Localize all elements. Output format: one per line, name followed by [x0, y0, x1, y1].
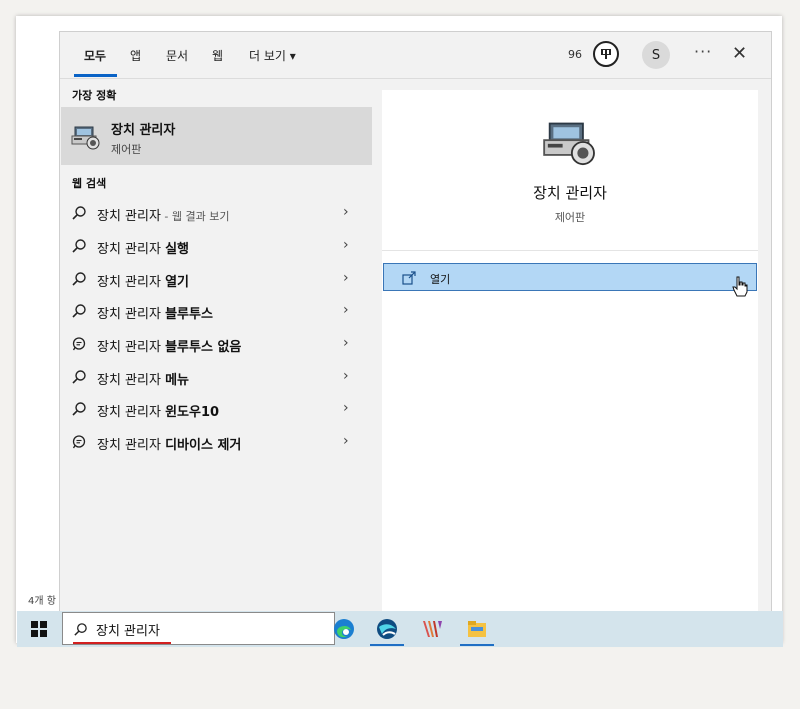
web-result-item[interactable]: 장치 관리자 블루투스 없음 ›	[61, 329, 372, 359]
best-match-item[interactable]: 장치 관리자 제어판	[61, 107, 372, 165]
search-text-highlight	[73, 642, 171, 644]
result-prefix: 장치 관리자	[97, 209, 161, 224]
web-search-heading: 웹 검색	[72, 177, 107, 190]
active-tab-indicator	[74, 74, 117, 77]
search-icon	[71, 401, 87, 421]
results-list: 가장 정확 장치 관리자 제어판 웹 검색 장치 관리자 - 웹 결과 보기 ›	[60, 79, 382, 612]
rewards-points: 96	[568, 48, 582, 61]
chevron-right-icon[interactable]: ›	[343, 335, 349, 351]
preview-pane: 장치 관리자 제어판 열기	[382, 90, 758, 612]
search-icon	[71, 238, 87, 258]
background-status-text: 4개 항	[28, 596, 56, 607]
tab-apps[interactable]: 앱	[130, 47, 141, 64]
edge-icon[interactable]	[329, 615, 359, 643]
result-prefix: 장치 관리자	[97, 307, 166, 322]
web-result-item[interactable]: 장치 관리자 메뉴 ›	[61, 362, 372, 392]
result-bold: 디바이스 제거	[165, 438, 242, 453]
search-header: 모두 앱 문서 웹 더 보기 ▾ 96 S ··· ✕	[60, 32, 771, 79]
chevron-right-icon[interactable]: ›	[343, 270, 349, 286]
tab-web[interactable]: 웹	[212, 47, 223, 64]
hand-cursor-icon	[732, 276, 748, 302]
web-result-item[interactable]: 장치 관리자 - 웹 결과 보기 ›	[61, 198, 372, 228]
web-result-item[interactable]: 장치 관리자 디바이스 제거 ›	[61, 427, 372, 457]
rewards-badge-icon[interactable]	[593, 41, 619, 67]
device-manager-icon	[542, 118, 598, 170]
active-app-indicator	[370, 644, 404, 646]
chevron-right-icon[interactable]: ›	[343, 204, 349, 220]
preview-title: 장치 관리자	[533, 184, 607, 202]
chevron-right-icon[interactable]: ›	[343, 237, 349, 253]
tab-all[interactable]: 모두	[84, 47, 106, 64]
open-icon	[402, 270, 416, 289]
result-suffix: - 웹 결과 보기	[160, 210, 230, 223]
search-icon	[71, 205, 87, 225]
result-bold: 윈도우10	[165, 405, 220, 420]
file-explorer-icon[interactable]	[462, 615, 492, 643]
web-result-item[interactable]: 장치 관리자 실행 ›	[61, 231, 372, 261]
search-icon	[73, 622, 88, 641]
search-icon	[71, 271, 87, 291]
result-bold: 열기	[165, 275, 189, 290]
device-manager-icon	[71, 124, 101, 154]
web-result-item[interactable]: 장치 관리자 블루투스 ›	[61, 296, 372, 326]
close-button[interactable]: ✕	[732, 43, 747, 64]
tab-more[interactable]: 더 보기 ▾	[249, 47, 296, 64]
result-prefix: 장치 관리자	[97, 405, 166, 420]
result-bold: 블루투스 없음	[165, 340, 242, 355]
chevron-right-icon[interactable]: ›	[343, 433, 349, 449]
taskbar-search-input[interactable]: 장치 관리자	[62, 612, 335, 645]
result-prefix: 장치 관리자	[97, 242, 166, 257]
active-app-indicator	[460, 644, 494, 646]
browser-app-icon[interactable]	[372, 615, 402, 643]
web-result-item[interactable]: 장치 관리자 윈도우10 ›	[61, 394, 372, 424]
result-bold: 실행	[165, 242, 189, 257]
search-icon	[71, 303, 87, 323]
web-result-item[interactable]: 장치 관리자 열기 ›	[61, 264, 372, 294]
result-bold: 메뉴	[165, 373, 189, 388]
open-button[interactable]: 열기	[383, 263, 757, 291]
account-avatar[interactable]: S	[642, 41, 670, 69]
chevron-right-icon[interactable]: ›	[343, 302, 349, 318]
result-prefix: 장치 관리자	[97, 373, 166, 388]
app-icon[interactable]	[417, 615, 447, 643]
best-match-subtitle: 제어판	[111, 143, 142, 156]
result-prefix: 장치 관리자	[97, 340, 166, 355]
open-label: 열기	[430, 273, 451, 286]
result-prefix: 장치 관리자	[97, 438, 166, 453]
best-match-title: 장치 관리자	[111, 123, 176, 138]
chat-search-icon	[71, 434, 87, 454]
divider	[382, 250, 758, 251]
best-match-heading: 가장 정확	[72, 89, 117, 102]
result-prefix: 장치 관리자	[97, 275, 166, 290]
search-icon	[71, 369, 87, 389]
windows-start-icon[interactable]	[31, 621, 47, 641]
start-search-panel: 모두 앱 문서 웹 더 보기 ▾ 96 S ··· ✕ 가장 정확 장치 관리자…	[59, 31, 772, 612]
preview-subtitle: 제어판	[554, 211, 586, 224]
chevron-right-icon[interactable]: ›	[343, 400, 349, 416]
search-query: 장치 관리자	[96, 624, 160, 639]
tab-documents[interactable]: 문서	[166, 47, 188, 64]
more-options-button[interactable]: ···	[694, 42, 712, 61]
chat-search-icon	[71, 336, 87, 356]
chevron-right-icon[interactable]: ›	[343, 368, 349, 384]
result-bold: 블루투스	[165, 307, 213, 322]
